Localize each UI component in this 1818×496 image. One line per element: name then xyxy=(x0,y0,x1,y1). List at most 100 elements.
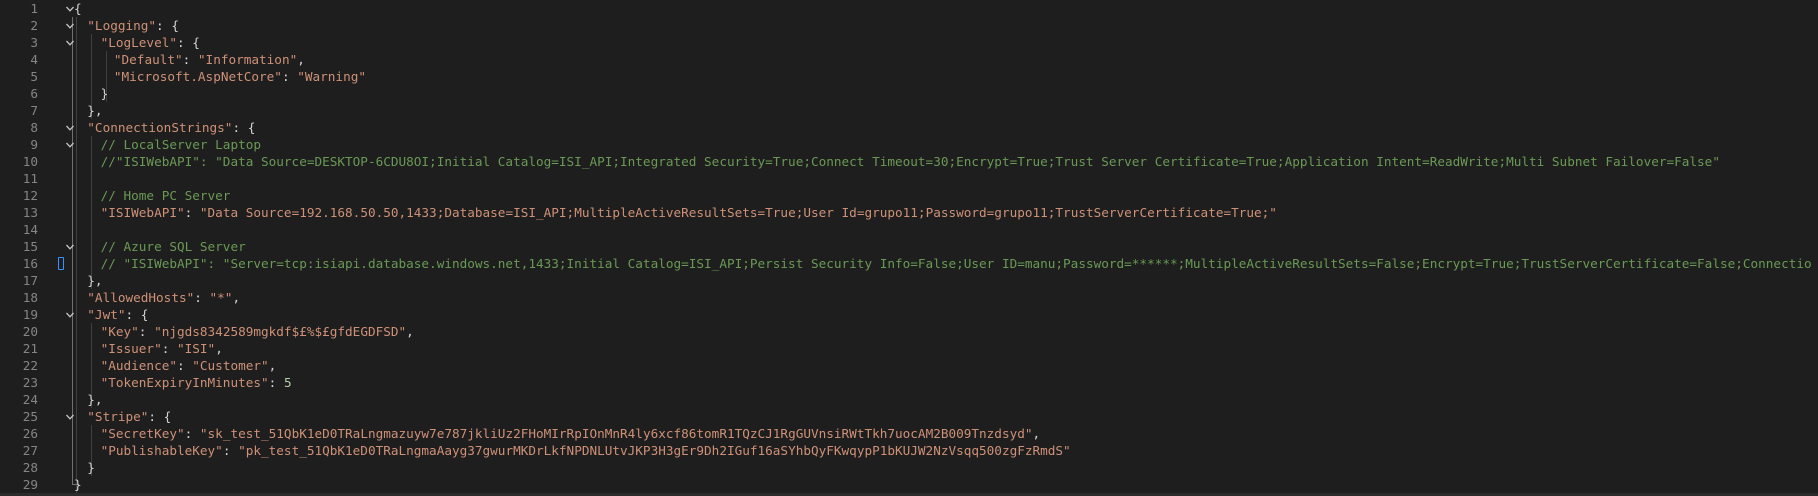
json-key: "Audience" xyxy=(100,358,177,373)
json-key: "SecretKey" xyxy=(100,426,185,441)
code-content: "Default": "Information", xyxy=(114,51,305,68)
code-line[interactable]: 20 "Key": "njgds8342589mgkdf$£%$£gfdEGDFS… xyxy=(0,323,1818,340)
line-number: 7 xyxy=(30,103,38,118)
json-string: "Warning" xyxy=(297,69,366,84)
json-key: "PublishableKey" xyxy=(100,443,223,458)
code-line[interactable]: 11 xyxy=(0,170,1818,187)
code-line[interactable]: 17}, xyxy=(0,272,1818,289)
line-number: 25 xyxy=(22,409,38,424)
code-line[interactable]: 15 // Azure SQL Server xyxy=(0,238,1818,255)
code-content: }, xyxy=(87,272,102,289)
code-content: "Logging": { xyxy=(87,17,179,34)
code-content: { xyxy=(74,0,82,17)
line-number: 28 xyxy=(22,460,38,475)
code-content: "Stripe": { xyxy=(87,408,171,425)
code-line[interactable]: 7}, xyxy=(0,102,1818,119)
punctuation: , xyxy=(297,52,305,67)
code-line[interactable]: 18 "AllowedHosts": "*", xyxy=(0,289,1818,306)
punctuation: }, xyxy=(87,392,103,407)
line-number: 3 xyxy=(30,35,38,50)
json-key: "Logging" xyxy=(87,18,157,33)
line-number: 15 xyxy=(22,239,38,254)
line-number: 18 xyxy=(22,290,38,305)
json-key: "Jwt" xyxy=(87,307,126,322)
comment: // Home PC Server xyxy=(100,188,231,203)
line-number: 29 xyxy=(22,477,38,492)
code-line[interactable]: 16 // "ISIWebAPI": "Server=tcp:isiapi.dat… xyxy=(0,255,1818,272)
comment: // "ISIWebAPI": "Server=tcp:isiapi.datab… xyxy=(100,256,1812,271)
json-key: "Default" xyxy=(113,52,183,67)
json-key: "ISIWebAPI" xyxy=(100,205,185,220)
line-number: 12 xyxy=(22,188,38,203)
json-key: "LogLevel" xyxy=(100,35,177,50)
code-line[interactable]: 9 // LocalServer Laptop xyxy=(0,136,1818,153)
punctuation: : xyxy=(194,290,210,305)
chevron-down-icon[interactable] xyxy=(64,119,76,136)
line-number: 11 xyxy=(22,171,38,186)
code-line[interactable]: 1{ xyxy=(0,0,1818,17)
code-line[interactable]: 22 "Audience": "Customer", xyxy=(0,357,1818,374)
punctuation: : xyxy=(161,341,177,356)
glyph-margin-marker-icon[interactable] xyxy=(58,257,64,270)
code-line[interactable]: 21 "Issuer": "ISI", xyxy=(0,340,1818,357)
code-line[interactable]: 2 "Logging": { xyxy=(0,17,1818,34)
punctuation: : xyxy=(281,69,298,84)
code-content: "LogLevel": { xyxy=(101,34,200,51)
punctuation: }, xyxy=(87,273,103,288)
code-line[interactable]: 23 "TokenExpiryInMinutes": 5 xyxy=(0,374,1818,391)
code-content: "PublishableKey": "pk_test_51QbK1eD0TRaL… xyxy=(101,442,1071,459)
chevron-down-icon[interactable] xyxy=(64,306,76,323)
line-number: 14 xyxy=(22,222,38,237)
punctuation: : xyxy=(184,205,200,220)
code-content: //"ISIWebAPI": "Data Source=DESKTOP-6CDU… xyxy=(101,153,1720,170)
code-content: // LocalServer Laptop xyxy=(101,136,261,153)
line-number: 2 xyxy=(30,18,38,33)
code-content: "Issuer": "ISI", xyxy=(101,340,223,357)
json-key: "Key" xyxy=(100,324,139,339)
punctuation: , xyxy=(215,341,223,356)
code-content: // Home PC Server xyxy=(101,187,231,204)
code-line[interactable]: 29} xyxy=(0,476,1818,493)
chevron-down-icon[interactable] xyxy=(64,136,76,153)
code-line[interactable]: 25 "Stripe": { xyxy=(0,408,1818,425)
code-line[interactable]: 24}, xyxy=(0,391,1818,408)
chevron-down-icon[interactable] xyxy=(64,34,76,51)
code-line[interactable]: 14 xyxy=(0,221,1818,238)
code-line[interactable]: 3 "LogLevel": { xyxy=(0,34,1818,51)
code-line[interactable]: 13 "ISIWebAPI": "Data Source=192.168.50.5… xyxy=(0,204,1818,221)
line-number: 23 xyxy=(22,375,38,390)
code-editor[interactable]: 1{2 "Logging": {3 "LogLevel": {4 "Default":… xyxy=(0,0,1818,496)
code-line[interactable]: 19 "Jwt": { xyxy=(0,306,1818,323)
code-content: "AllowedHosts": "*", xyxy=(87,289,240,306)
punctuation: : { xyxy=(156,18,179,33)
punctuation: : xyxy=(138,324,155,339)
punctuation: : { xyxy=(232,120,256,135)
code-line[interactable]: 28} xyxy=(0,459,1818,476)
punctuation: , xyxy=(406,324,414,339)
json-string: "ISI" xyxy=(176,341,216,356)
code-line[interactable]: 6} xyxy=(0,85,1818,102)
code-line[interactable]: 10 //"ISIWebAPI": "Data Source=DESKTOP-6C… xyxy=(0,153,1818,170)
punctuation: }, xyxy=(87,103,103,118)
punctuation: , xyxy=(232,290,241,305)
code-line[interactable]: 4 "Default": "Information", xyxy=(0,51,1818,68)
punctuation: , xyxy=(1032,426,1041,441)
code-line[interactable]: 8 "ConnectionStrings": { xyxy=(0,119,1818,136)
json-key: "Stripe" xyxy=(87,409,149,424)
line-number: 26 xyxy=(22,426,38,441)
chevron-down-icon[interactable] xyxy=(64,408,76,425)
comment: // LocalServer Laptop xyxy=(100,137,262,152)
chevron-down-icon[interactable] xyxy=(64,238,76,255)
line-number: 20 xyxy=(22,324,38,339)
code-line[interactable]: 27 "PublishableKey": "pk_test_51QbK1eD0TR… xyxy=(0,442,1818,459)
line-number: 24 xyxy=(22,392,38,407)
line-number: 27 xyxy=(22,443,38,458)
code-line[interactable]: 26 "SecretKey": "sk_test_51QbK1eD0TRaLngm… xyxy=(0,425,1818,442)
chevron-down-icon[interactable] xyxy=(64,17,76,34)
code-line[interactable]: 12 // Home PC Server xyxy=(0,187,1818,204)
json-number: 5 xyxy=(283,375,292,390)
json-string: "*" xyxy=(209,290,233,305)
line-number: 4 xyxy=(30,52,38,67)
code-line[interactable]: 5 "Microsoft.AspNetCore": "Warning" xyxy=(0,68,1818,85)
json-string: "Data Source=192.168.50.50,1433;Database… xyxy=(199,205,1277,220)
